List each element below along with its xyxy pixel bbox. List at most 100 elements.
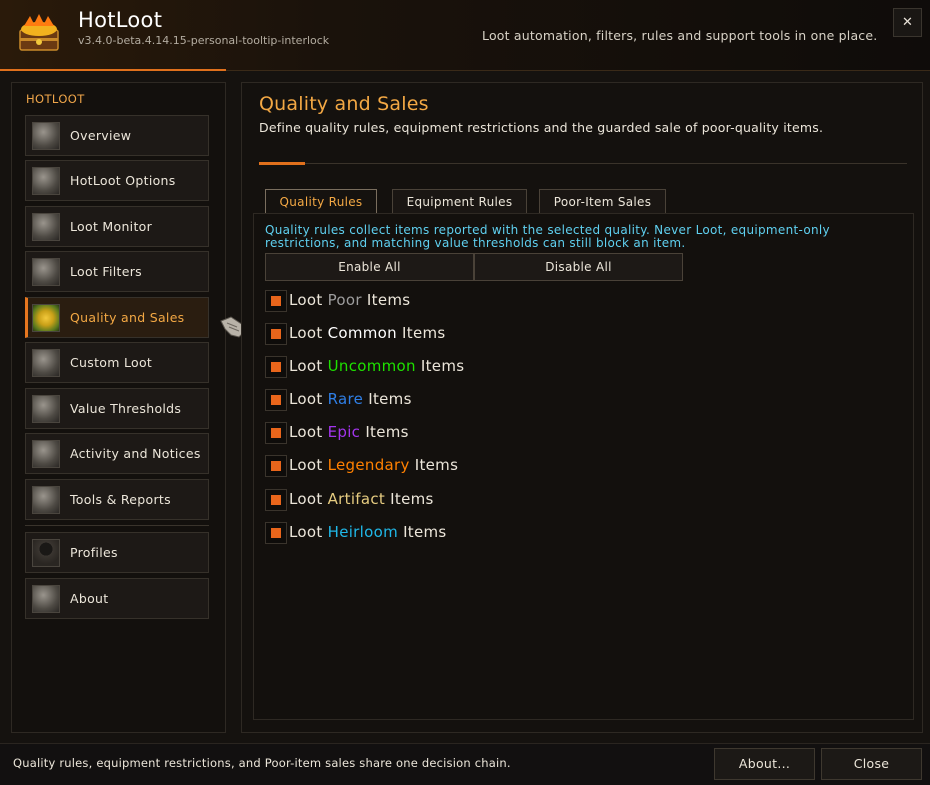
sidebar-divider xyxy=(25,525,209,526)
quality-label: Loot Poor Items xyxy=(289,291,410,309)
hotloot-window: HotLoot v3.4.0-beta.4.14.15-personal-too… xyxy=(0,0,930,785)
tab-quality-rules[interactable]: Quality Rules xyxy=(265,189,377,215)
profile-icon xyxy=(32,539,60,567)
footer: Quality rules, equipment restrictions, a… xyxy=(0,743,930,785)
loot-rare-checkbox[interactable] xyxy=(265,389,287,411)
filter-icon xyxy=(32,258,60,286)
loot-legendary-checkbox[interactable] xyxy=(265,455,287,477)
check-mark-icon xyxy=(271,329,281,339)
loot-uncommon-checkbox[interactable] xyxy=(265,356,287,378)
check-mark-icon xyxy=(271,495,281,505)
quality-prefix: Loot xyxy=(289,357,323,375)
book-icon xyxy=(32,585,60,613)
gear-icon xyxy=(32,167,60,195)
quality-name: Uncommon xyxy=(327,357,416,375)
sidebar-item-label: Overview xyxy=(70,128,132,143)
sidebar-item-custom-loot[interactable]: Custom Loot xyxy=(25,342,209,383)
quality-suffix: Items xyxy=(402,324,446,342)
sidebar-item-tools-and-reports[interactable]: Tools & Reports xyxy=(25,479,209,520)
quality-name: Rare xyxy=(327,390,364,408)
scroll-icon xyxy=(32,122,60,150)
sidebar-item-label: Activity and Notices xyxy=(70,446,201,461)
quality-prefix: Loot xyxy=(289,423,323,441)
quality-label: Loot Uncommon Items xyxy=(289,357,464,375)
loot-epic-checkbox[interactable] xyxy=(265,422,287,444)
app-tagline: Loot automation, filters, rules and supp… xyxy=(482,28,878,43)
quality-prefix: Loot xyxy=(289,324,323,342)
sidebar-item-label: Custom Loot xyxy=(70,355,153,370)
coins-icon xyxy=(32,395,60,423)
app-version: v3.4.0-beta.4.14.15-personal-tooltip-int… xyxy=(78,34,330,47)
page-title: Quality and Sales xyxy=(259,93,429,115)
sidebar-heading: HOTLOOT xyxy=(26,92,85,106)
quality-label: Loot Artifact Items xyxy=(289,490,434,508)
loot-artifact-checkbox[interactable] xyxy=(265,489,287,511)
quality-prefix: Loot xyxy=(289,523,323,541)
quality-label: Loot Heirloom Items xyxy=(289,523,447,541)
loot-poor-checkbox[interactable] xyxy=(265,290,287,312)
sidebar-item-label: Tools & Reports xyxy=(70,492,171,507)
check-mark-icon xyxy=(271,362,281,372)
enable-all-button[interactable]: Enable All xyxy=(265,253,474,281)
sidebar-item-label: Value Thresholds xyxy=(70,401,182,416)
main-panel: Quality and Sales Define quality rules, … xyxy=(241,82,923,733)
header: HotLoot v3.4.0-beta.4.14.15-personal-too… xyxy=(0,0,930,71)
sidebar-item-loot-filters[interactable]: Loot Filters xyxy=(25,251,209,292)
about-button[interactable]: About... xyxy=(714,748,815,780)
sidebar-item-label: About xyxy=(70,591,109,606)
loot-heirloom-checkbox[interactable] xyxy=(265,522,287,544)
sidebar-item-about[interactable]: About xyxy=(25,578,209,619)
info-text: Quality rules collect items reported wit… xyxy=(265,223,830,250)
sidebar-item-hotloot-options[interactable]: HotLoot Options xyxy=(25,160,209,201)
enable-disable-bar: Enable All Disable All xyxy=(265,253,683,281)
tab-equipment-rules[interactable]: Equipment Rules xyxy=(392,189,527,214)
disable-all-button[interactable]: Disable All xyxy=(474,253,683,281)
title-divider xyxy=(259,163,907,164)
ring-icon xyxy=(32,213,60,241)
quality-label: Loot Common Items xyxy=(289,324,446,342)
sidebar-item-profiles[interactable]: Profiles xyxy=(25,532,209,573)
sidebar-item-overview[interactable]: Overview xyxy=(25,115,209,156)
quality-suffix: Items xyxy=(390,490,434,508)
sidebar-item-label: Loot Filters xyxy=(70,264,142,279)
quality-suffix: Items xyxy=(403,523,447,541)
app-title: HotLoot xyxy=(78,8,163,32)
quality-prefix: Loot xyxy=(289,456,323,474)
loot-common-checkbox[interactable] xyxy=(265,323,287,345)
quality-name: Common xyxy=(327,324,397,342)
quality-suffix: Items xyxy=(420,357,465,375)
sidebar-item-label: Loot Monitor xyxy=(70,219,153,234)
quality-name: Legendary xyxy=(327,456,410,474)
sidebar: HOTLOOT Overview HotLoot Options Loot Mo… xyxy=(11,82,226,733)
quality-label: Loot Rare Items xyxy=(289,390,412,408)
gem-icon xyxy=(32,304,60,332)
sidebar-item-value-thresholds[interactable]: Value Thresholds xyxy=(25,388,209,429)
sidebar-item-label: Profiles xyxy=(70,545,118,560)
title-divider-accent xyxy=(259,162,305,165)
treasure-chest-logo-icon xyxy=(19,14,59,51)
sidebar-item-loot-monitor[interactable]: Loot Monitor xyxy=(25,206,209,247)
scroll-icon xyxy=(32,349,60,377)
sidebar-item-activity-and-notices[interactable]: Activity and Notices xyxy=(25,433,209,474)
window-close-icon[interactable]: ✕ xyxy=(893,8,922,37)
quality-suffix: Items xyxy=(368,390,412,408)
check-mark-icon xyxy=(271,395,281,405)
tab-poor-item-sales[interactable]: Poor-Item Sales xyxy=(539,189,666,214)
footer-status-text: Quality rules, equipment restrictions, a… xyxy=(13,756,511,770)
quality-prefix: Loot xyxy=(289,390,323,408)
quality-prefix: Loot xyxy=(289,291,323,309)
sidebar-item-label: HotLoot Options xyxy=(70,173,176,188)
quality-suffix: Items xyxy=(414,456,459,474)
quality-prefix: Loot xyxy=(289,490,323,508)
quality-name: Heirloom xyxy=(327,523,398,541)
quality-label: Loot Legendary Items xyxy=(289,456,458,474)
quality-name: Poor xyxy=(327,291,362,309)
close-button[interactable]: Close xyxy=(821,748,922,780)
page-subtitle: Define quality rules, equipment restrict… xyxy=(259,120,824,135)
quality-rules-panel: Quality rules collect items reported wit… xyxy=(253,213,914,720)
sidebar-item-quality-and-sales[interactable]: Quality and Sales xyxy=(25,297,209,338)
check-mark-icon xyxy=(271,428,281,438)
quality-name: Epic xyxy=(327,423,361,441)
header-accent-bar xyxy=(0,69,226,71)
sidebar-item-label: Quality and Sales xyxy=(70,310,185,325)
